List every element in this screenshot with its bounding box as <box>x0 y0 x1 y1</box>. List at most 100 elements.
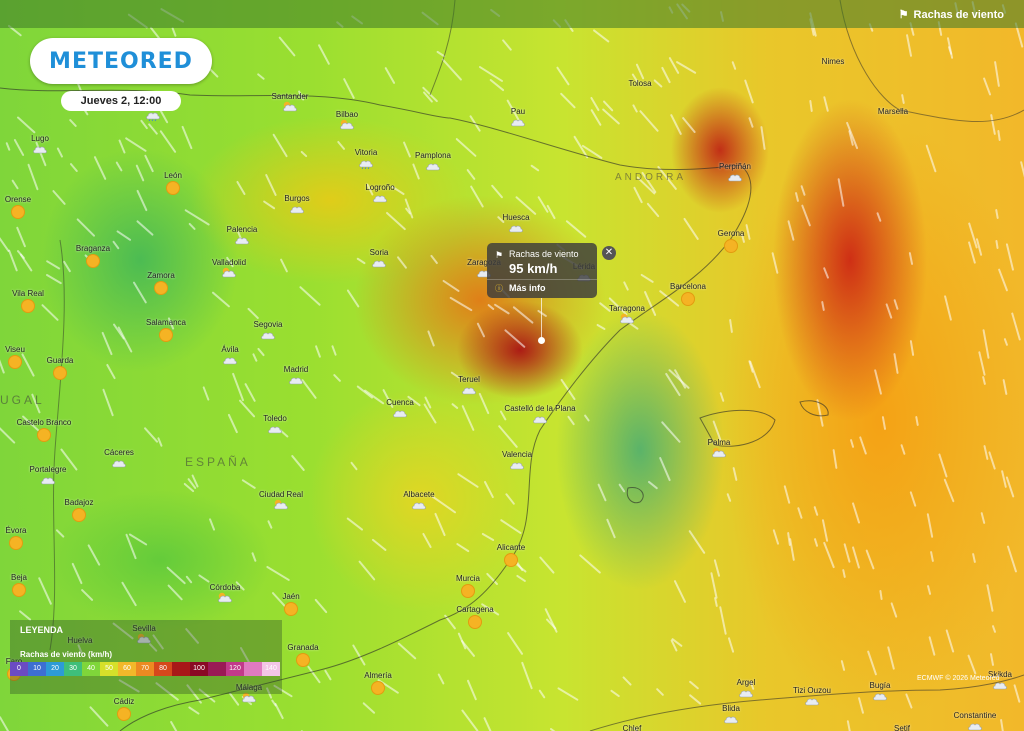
sun-icon[interactable] <box>681 292 695 306</box>
city-label[interactable]: Almería <box>364 671 392 680</box>
cloud-icon[interactable] <box>222 354 238 366</box>
sun-icon[interactable] <box>21 299 35 313</box>
sun-icon[interactable] <box>166 181 180 195</box>
city-label[interactable]: Argel <box>737 678 756 687</box>
city-label[interactable]: Palma <box>708 438 731 447</box>
cloud-icon[interactable] <box>288 374 304 386</box>
city-label[interactable]: Pamplona <box>415 151 451 160</box>
city-label[interactable]: Pau <box>511 107 525 116</box>
cloud-sun-icon[interactable] <box>619 313 635 325</box>
city-label[interactable]: Castelló de la Plana <box>504 404 575 413</box>
cloud-icon[interactable] <box>40 474 56 486</box>
city-label[interactable]: León <box>164 171 182 180</box>
city-label[interactable]: Orense <box>5 195 31 204</box>
city-label[interactable]: Nimes <box>822 57 845 66</box>
sun-icon[interactable] <box>72 508 86 522</box>
city-label[interactable]: Teruel <box>458 375 480 384</box>
city-label[interactable]: Granada <box>287 643 318 652</box>
city-label[interactable]: Chlef <box>623 724 642 731</box>
cloud-icon[interactable] <box>461 384 477 396</box>
cloud-icon[interactable] <box>267 423 283 435</box>
forecast-date[interactable]: Jueves 2, 12:00 <box>61 91 181 111</box>
cloud-icon[interactable] <box>392 407 408 419</box>
city-label[interactable]: Marsella <box>878 107 908 116</box>
city-label[interactable]: Alicante <box>497 543 525 552</box>
sun-icon[interactable] <box>724 239 738 253</box>
sun-icon[interactable] <box>86 254 100 268</box>
sun-icon[interactable] <box>296 653 310 667</box>
cloud-sun-icon[interactable] <box>217 592 233 604</box>
city-label[interactable]: Badajoz <box>65 498 94 507</box>
cloud-sun-icon[interactable] <box>221 267 237 279</box>
city-label[interactable]: Cartagena <box>456 605 493 614</box>
city-label[interactable]: Évora <box>6 526 27 535</box>
city-label[interactable]: Córdoba <box>210 583 241 592</box>
city-label[interactable]: Albacete <box>403 490 434 499</box>
cloud-icon[interactable] <box>727 171 743 183</box>
city-label[interactable]: Ciudad Real <box>259 490 303 499</box>
cloud-icon[interactable] <box>371 257 387 269</box>
city-label[interactable]: Ávila <box>221 345 238 354</box>
sun-icon[interactable] <box>154 281 168 295</box>
city-label[interactable]: Cáceres <box>104 448 134 457</box>
city-label[interactable]: Viseu <box>5 345 25 354</box>
city-label[interactable]: Vila Real <box>12 289 44 298</box>
sun-icon[interactable] <box>117 707 131 721</box>
sun-icon[interactable] <box>468 615 482 629</box>
cloud-icon[interactable] <box>804 695 820 707</box>
city-label[interactable]: Palencia <box>227 225 258 234</box>
city-label[interactable]: Jaén <box>282 592 299 601</box>
city-label[interactable]: Gerona <box>718 229 745 238</box>
close-icon[interactable]: ✕ <box>602 246 616 260</box>
city-label[interactable]: Guarda <box>47 356 74 365</box>
city-label[interactable]: Tizi Ouzou <box>793 686 831 695</box>
city-label[interactable]: Lugo <box>31 134 49 143</box>
city-label[interactable]: Murcia <box>456 574 480 583</box>
cloud-icon[interactable] <box>111 457 127 469</box>
sun-icon[interactable] <box>371 681 385 695</box>
cloud-sun-icon[interactable] <box>339 119 355 131</box>
cloud-icon[interactable] <box>425 160 441 172</box>
city-label[interactable]: Huesca <box>502 213 529 222</box>
city-label[interactable]: Valencia <box>502 450 532 459</box>
cloud-icon[interactable] <box>411 499 427 511</box>
city-label[interactable]: Santander <box>272 92 309 101</box>
city-label[interactable]: Blida <box>722 704 740 713</box>
city-label[interactable]: Constantine <box>954 711 997 720</box>
sun-icon[interactable] <box>37 428 51 442</box>
sun-icon[interactable] <box>284 602 298 616</box>
city-label[interactable]: Cádiz <box>114 697 134 706</box>
city-label[interactable]: Portalegre <box>30 465 67 474</box>
city-label[interactable]: Cuenca <box>386 398 414 407</box>
city-label[interactable]: Castelo Branco <box>17 418 72 427</box>
cloud-icon[interactable] <box>32 143 48 155</box>
cloud-icon[interactable] <box>289 203 305 215</box>
city-label[interactable]: Beja <box>11 573 27 582</box>
city-label[interactable]: Perpiñán <box>719 162 751 171</box>
sun-icon[interactable] <box>159 328 173 342</box>
cloud-icon[interactable] <box>508 222 524 234</box>
cloud-sun-icon[interactable] <box>282 101 298 113</box>
cloud-icon[interactable] <box>260 329 276 341</box>
city-label[interactable]: Segovia <box>254 320 283 329</box>
cloud-icon[interactable] <box>723 713 739 725</box>
city-label[interactable]: Madrid <box>284 365 308 374</box>
cloud-sun-icon[interactable] <box>711 447 727 459</box>
cloud-icon[interactable] <box>532 413 548 425</box>
city-label[interactable]: Valladolid <box>212 258 246 267</box>
cloud-icon[interactable] <box>509 459 525 471</box>
sun-icon[interactable] <box>461 584 475 598</box>
city-label[interactable]: Salamanca <box>146 318 186 327</box>
city-label[interactable]: Bugía <box>870 681 891 690</box>
sun-icon[interactable] <box>12 583 26 597</box>
city-label[interactable]: Barcelona <box>670 282 706 291</box>
sun-icon[interactable] <box>11 205 25 219</box>
city-label[interactable]: Burgos <box>284 194 309 203</box>
cloud-icon[interactable] <box>967 720 983 731</box>
city-label[interactable]: Vitoria <box>355 148 378 157</box>
cloud-icon[interactable] <box>738 687 754 699</box>
sun-icon[interactable] <box>53 366 67 380</box>
city-label[interactable]: Soria <box>370 248 389 257</box>
city-label[interactable]: Setif <box>894 724 910 731</box>
cloud-icon[interactable] <box>372 192 388 204</box>
